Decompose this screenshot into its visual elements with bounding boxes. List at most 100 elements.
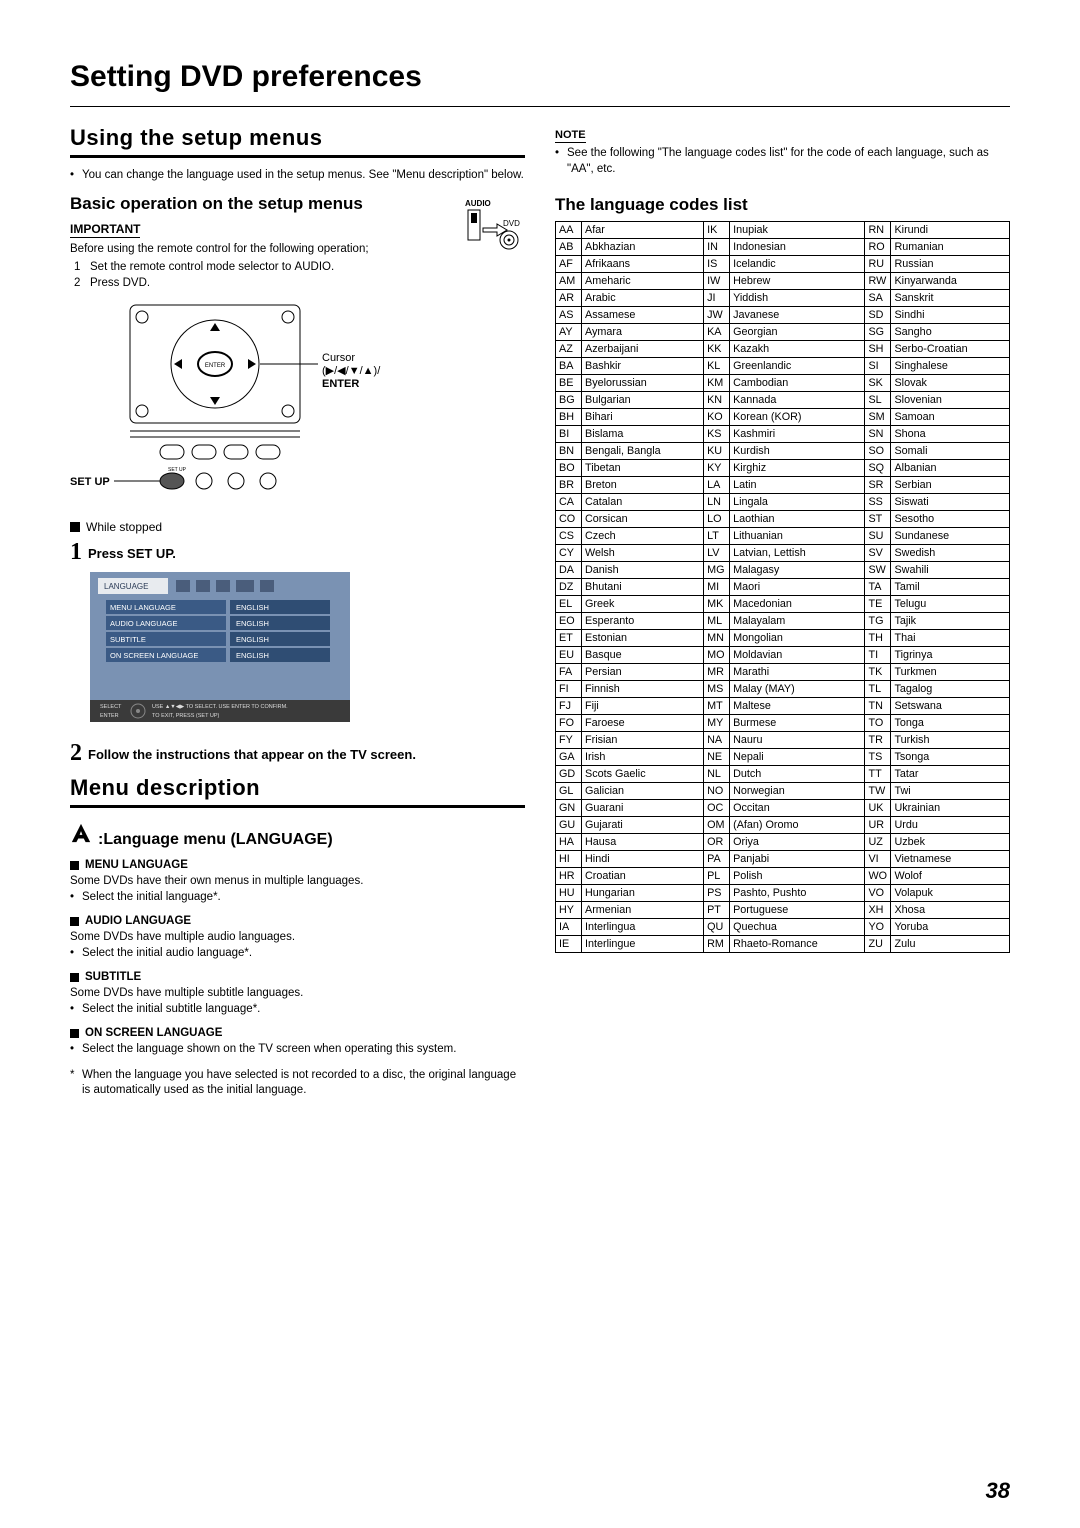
- lang-code: TL: [865, 681, 891, 698]
- lang-name: Hungarian: [582, 885, 704, 902]
- lang-name: Polish: [730, 868, 865, 885]
- lang-code: HI: [556, 851, 582, 868]
- lang-name: Estonian: [582, 630, 704, 647]
- lang-name: Vietnamese: [891, 851, 1010, 868]
- lang-code: UK: [865, 800, 891, 817]
- lang-name: Turkmen: [891, 664, 1010, 681]
- subtitle-text: Some DVDs have multiple subtitle languag…: [70, 986, 525, 1002]
- lang-name: Xhosa: [891, 902, 1010, 919]
- table-row: BGBulgarianKNKannadaSLSlovenian: [556, 392, 1010, 409]
- lang-name: Nauru: [730, 732, 865, 749]
- lang-code: ZU: [865, 936, 891, 953]
- lang-code: KK: [704, 341, 730, 358]
- table-row: BEByelorussianKMCambodianSKSlovak: [556, 375, 1010, 392]
- audio-language-text: Some DVDs have multiple audio languages.: [70, 930, 525, 946]
- lang-code: AZ: [556, 341, 582, 358]
- lang-code: LV: [704, 545, 730, 562]
- lang-name: Dutch: [730, 766, 865, 783]
- svg-text:TO EXIT, PRESS (SET UP): TO EXIT, PRESS (SET UP): [152, 713, 220, 719]
- lang-name: Greek: [582, 596, 704, 613]
- lang-name: Interlingua: [582, 919, 704, 936]
- note-label: NOTE: [555, 129, 586, 143]
- lang-code: VI: [865, 851, 891, 868]
- lang-name: Inupiak: [730, 222, 865, 239]
- table-row: AZAzerbaijaniKKKazakhSHSerbo-Croatian: [556, 341, 1010, 358]
- subtitle-heading: SUBTITLE: [70, 971, 525, 983]
- step-2-num: 2: [70, 741, 82, 765]
- table-row: ETEstonianMNMongolianTHThai: [556, 630, 1010, 647]
- table-row: GNGuaraniOCOccitanUKUkrainian: [556, 800, 1010, 817]
- lang-code: BE: [556, 375, 582, 392]
- lang-name: Esperanto: [582, 613, 704, 630]
- lang-code: BR: [556, 477, 582, 494]
- bullet-icon: •: [70, 168, 82, 184]
- lang-code: KS: [704, 426, 730, 443]
- svg-text:AUDIO: AUDIO: [465, 199, 491, 208]
- lang-name: Samoan: [891, 409, 1010, 426]
- square-bullet-icon: [70, 973, 79, 982]
- lang-code: SA: [865, 290, 891, 307]
- svg-text:ENTER: ENTER: [100, 713, 119, 719]
- lang-name: Armenian: [582, 902, 704, 919]
- lang-name: Uzbek: [891, 834, 1010, 851]
- svg-text:ENGLISH: ENGLISH: [236, 603, 269, 612]
- lang-code: NE: [704, 749, 730, 766]
- lang-name: Finnish: [582, 681, 704, 698]
- lang-code: LA: [704, 477, 730, 494]
- lang-code: KU: [704, 443, 730, 460]
- lang-code: UZ: [865, 834, 891, 851]
- lang-name: Czech: [582, 528, 704, 545]
- lang-name: Malayalam: [730, 613, 865, 630]
- lang-name: Maori: [730, 579, 865, 596]
- lang-name: Kurdish: [730, 443, 865, 460]
- lang-code: TN: [865, 698, 891, 715]
- lang-code: MT: [704, 698, 730, 715]
- lang-code: BI: [556, 426, 582, 443]
- table-row: HUHungarianPSPashto, PushtoVOVolapuk: [556, 885, 1010, 902]
- lang-name: Quechua: [730, 919, 865, 936]
- svg-text:AUDIO LANGUAGE: AUDIO LANGUAGE: [110, 619, 178, 628]
- table-row: EOEsperantoMLMalayalamTGTajik: [556, 613, 1010, 630]
- while-stopped-text: While stopped: [86, 520, 162, 534]
- lang-code: ML: [704, 613, 730, 630]
- lang-name: Sanskrit: [891, 290, 1010, 307]
- lang-code: SU: [865, 528, 891, 545]
- lang-name: Kazakh: [730, 341, 865, 358]
- table-row: IEInterlingueRMRhaeto-RomanceZUZulu: [556, 936, 1010, 953]
- lang-name: Fiji: [582, 698, 704, 715]
- lang-name: Turkish: [891, 732, 1010, 749]
- asterisk-note: * When the language you have selected is…: [70, 1068, 525, 1099]
- lang-name: Malay (MAY): [730, 681, 865, 698]
- lang-code: OM: [704, 817, 730, 834]
- lang-code: MR: [704, 664, 730, 681]
- lang-code: RW: [865, 273, 891, 290]
- table-row: GAIrishNENepaliTSTsonga: [556, 749, 1010, 766]
- note-text: •See the following "The language codes l…: [555, 146, 1010, 177]
- table-row: BNBengali, BanglaKUKurdishSOSomali: [556, 443, 1010, 460]
- lang-code: CS: [556, 528, 582, 545]
- lang-code: RN: [865, 222, 891, 239]
- lang-name: Sundanese: [891, 528, 1010, 545]
- lang-code: NA: [704, 732, 730, 749]
- lang-code: SV: [865, 545, 891, 562]
- lang-name: Ukrainian: [891, 800, 1010, 817]
- mode-selector-illustration: AUDIO DVD: [435, 196, 525, 276]
- lang-name: Icelandic: [730, 256, 865, 273]
- svg-text:ENTER: ENTER: [322, 378, 359, 390]
- table-row: IAInterlinguaQUQuechuaYOYoruba: [556, 919, 1010, 936]
- lang-code: IK: [704, 222, 730, 239]
- title-rule: [70, 106, 1010, 107]
- lang-code: HR: [556, 868, 582, 885]
- lang-code: SQ: [865, 460, 891, 477]
- table-row: FJFijiMTMalteseTNSetswana: [556, 698, 1010, 715]
- lang-name: Mongolian: [730, 630, 865, 647]
- lang-code: SH: [865, 341, 891, 358]
- lang-code: JI: [704, 290, 730, 307]
- lang-code: SK: [865, 375, 891, 392]
- osd-screenshot: LANGUAGE MENU LANGUAGE ENGLISH AUDIO LAN…: [90, 572, 350, 727]
- lang-code: FI: [556, 681, 582, 698]
- svg-text:SET UP: SET UP: [70, 476, 110, 488]
- lang-code: DZ: [556, 579, 582, 596]
- lang-code: TG: [865, 613, 891, 630]
- lang-name: Zulu: [891, 936, 1010, 953]
